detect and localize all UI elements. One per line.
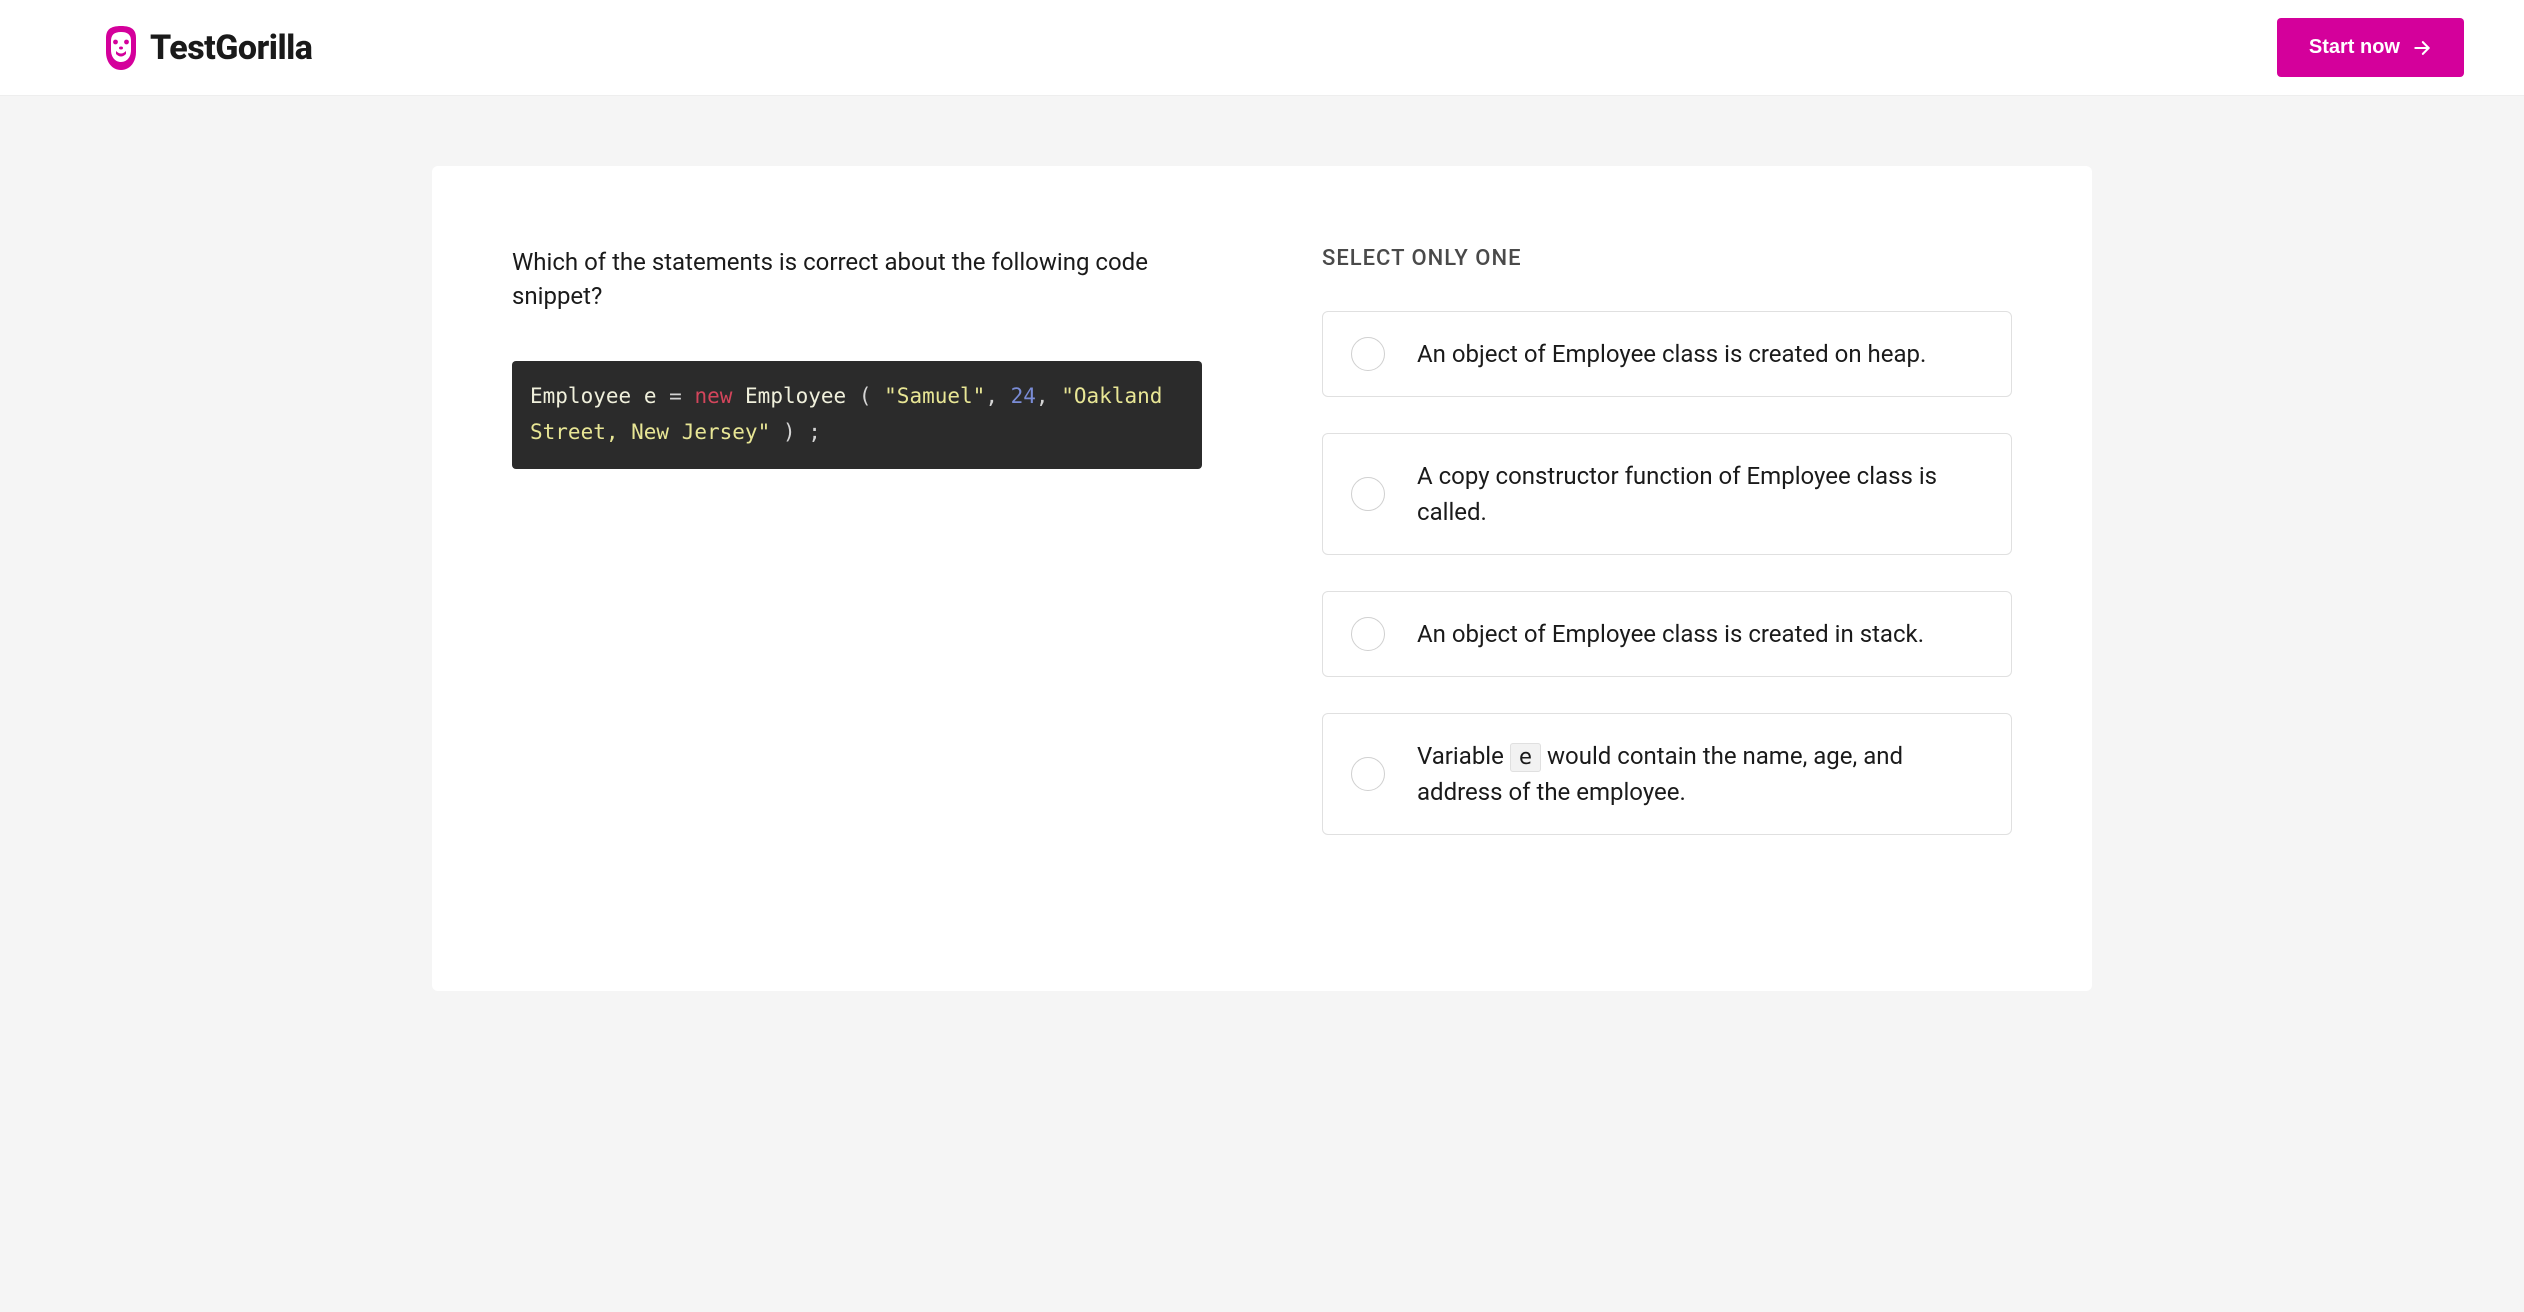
answer-text: Variable e would contain the name, age, … — [1417, 738, 1983, 810]
radio-button[interactable] — [1351, 337, 1385, 371]
code-snippet: Employee e = new Employee ( "Samuel", 24… — [512, 361, 1202, 468]
brand-logo: TestGorilla — [100, 24, 312, 72]
select-instruction: SELECT ONLY ONE — [1322, 246, 2012, 271]
answers-pane: SELECT ONLY ONE An object of Employee cl… — [1322, 246, 2012, 871]
answer-option-2[interactable]: An object of Employee class is created i… — [1322, 591, 2012, 677]
inline-code: e — [1510, 743, 1541, 772]
start-now-label: Start now — [2309, 36, 2400, 59]
answer-option-1[interactable]: A copy constructor function of Employee … — [1322, 433, 2012, 555]
question-card: Which of the statements is correct about… — [432, 166, 2092, 991]
answer-option-3[interactable]: Variable e would contain the name, age, … — [1322, 713, 2012, 835]
start-now-button[interactable]: Start now — [2277, 18, 2464, 77]
answer-option-0[interactable]: An object of Employee class is created o… — [1322, 311, 2012, 397]
question-prompt: Which of the statements is correct about… — [512, 246, 1202, 313]
arrow-right-icon — [2412, 38, 2432, 58]
site-header: TestGorilla Start now — [0, 0, 2524, 96]
answer-text: An object of Employee class is created i… — [1417, 616, 1924, 652]
options-list: An object of Employee class is created o… — [1322, 311, 2012, 835]
brand-name: TestGorilla — [150, 28, 312, 68]
gorilla-icon — [100, 24, 142, 72]
question-pane: Which of the statements is correct about… — [512, 246, 1202, 871]
radio-button[interactable] — [1351, 617, 1385, 651]
answer-text: An object of Employee class is created o… — [1417, 336, 1926, 372]
page-container: Which of the statements is correct about… — [332, 166, 2192, 1051]
answer-text: A copy constructor function of Employee … — [1417, 458, 1983, 530]
radio-button[interactable] — [1351, 757, 1385, 791]
radio-button[interactable] — [1351, 477, 1385, 511]
